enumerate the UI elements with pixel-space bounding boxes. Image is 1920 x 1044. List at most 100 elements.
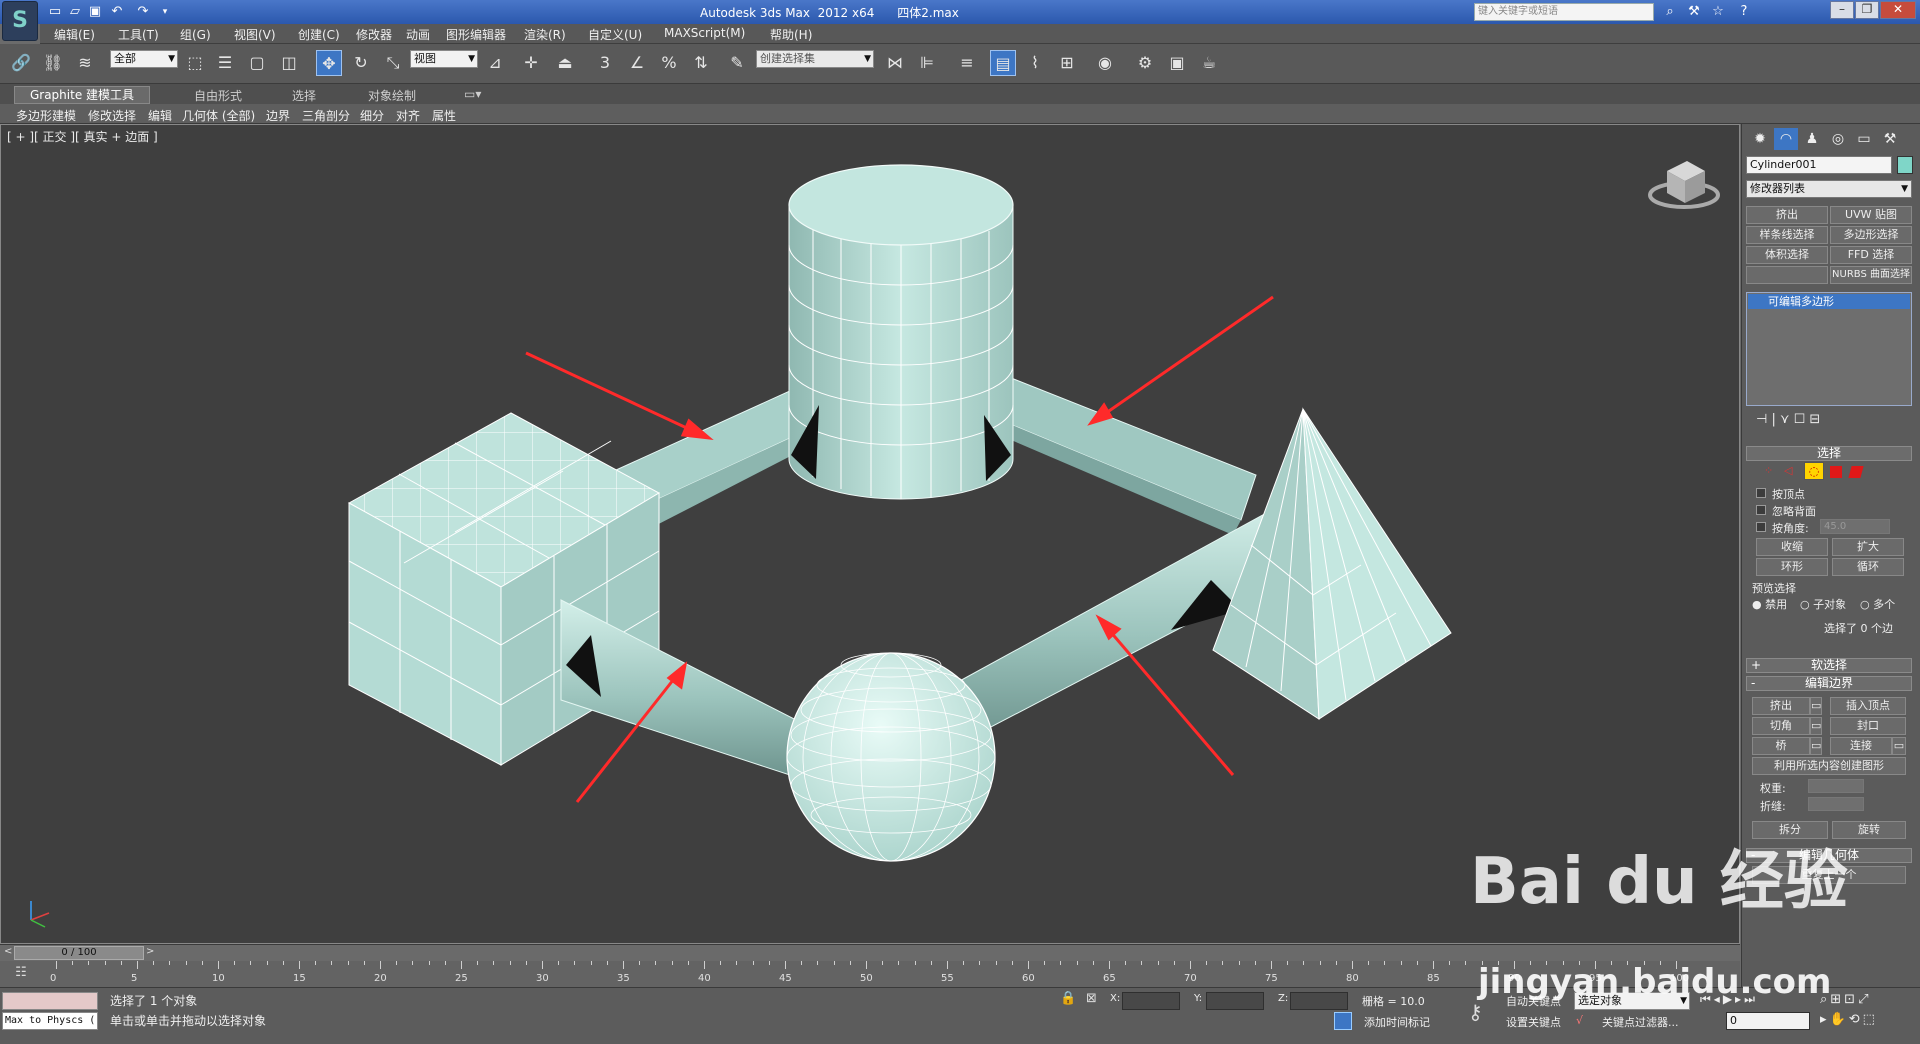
bridge-settings-icon[interactable]: ▭ [1810,737,1822,755]
menu-help[interactable]: 帮助(H) [770,26,812,43]
bridge-cube-sphere[interactable] [560,599,807,778]
connect-settings-icon[interactable]: ▭ [1892,737,1906,755]
unlink-icon[interactable]: ⛓ [40,50,66,76]
border-mode-icon[interactable]: ◌ [1804,462,1824,480]
undo-icon[interactable]: ↶ [108,3,126,21]
next-frame-icon[interactable]: > [146,946,154,957]
chamfer-settings-icon[interactable]: ▭ [1810,717,1822,735]
star-icon[interactable]: ☆ [1708,3,1728,21]
snaps-toggle-icon[interactable]: 3 [592,50,618,76]
rect-selection-icon[interactable]: ▢ [244,50,270,76]
absolute-mode-icon[interactable]: ⊠ [1086,991,1097,1006]
utilities-tab-icon[interactable]: ⚒ [1878,128,1902,150]
ring-button[interactable]: 环形 [1756,558,1828,576]
tab-graphite-modeling[interactable]: Graphite 建模工具 [14,86,150,104]
current-frame-field[interactable]: 0 [1726,1012,1810,1030]
pyramid-object[interactable] [1212,407,1452,720]
schematic-view-icon[interactable]: ⊞ [1054,50,1080,76]
viewcube[interactable] [1648,161,1720,209]
edit-named-selection-icon[interactable]: ✎ [724,50,750,76]
by-vertex-checkbox[interactable] [1756,488,1766,498]
binoculars-icon[interactable]: ⌕ [1660,3,1680,21]
panel-subdivision[interactable]: 细分 [360,107,384,124]
panel-polygon-modeling[interactable]: 多边形建模 [16,107,76,124]
close-button[interactable]: ✕ [1880,1,1916,19]
graphite-toggle-icon[interactable]: ▤ [990,50,1016,76]
time-tag-icon[interactable] [1334,1012,1352,1030]
crease-field[interactable] [1808,797,1864,811]
select-manipulate-icon[interactable]: ✛ [518,50,544,76]
create-shape-button[interactable]: 利用所选内容创建图形 [1752,757,1906,775]
cap-button[interactable]: 封口 [1830,717,1906,735]
panel-align[interactable]: 对齐 [396,107,420,124]
new-file-icon[interactable]: ▭ [46,3,64,21]
panel-edit[interactable]: 编辑 [148,107,172,124]
material-editor-icon[interactable]: ◉ [1092,50,1118,76]
menu-maxscript[interactable]: MAXScript(M) [664,26,745,40]
reference-coordinate-select[interactable]: 视图 ▼ [410,50,478,68]
shrink-button[interactable]: 收缩 [1756,538,1828,556]
object-color-swatch[interactable] [1897,156,1913,174]
insert-vertex-button[interactable]: 插入顶点 [1830,697,1906,715]
bind-space-warp-icon[interactable]: ≋ [72,50,98,76]
menu-graph-editors[interactable]: 图形编辑器 [446,26,506,43]
spinner-snap-icon[interactable]: ⇅ [688,50,714,76]
object-name-field[interactable]: Cylinder001 [1746,156,1892,174]
sphere-object[interactable] [786,652,996,862]
render-setup-icon[interactable]: ⚙ [1132,50,1158,76]
nurbs-surface-select-button[interactable]: NURBS 曲面选择 [1830,266,1912,284]
menu-tools[interactable]: 工具(T) [118,26,159,43]
weight-field[interactable] [1808,779,1864,793]
x-coordinate-field[interactable] [1122,992,1180,1010]
key-curve-icon[interactable]: √ [1576,1014,1583,1027]
quick-access-dropdown-icon[interactable]: ▾ [156,3,174,21]
window-crossing-icon[interactable]: ◫ [276,50,302,76]
display-tab-icon[interactable]: ▭ [1852,128,1876,150]
save-file-icon[interactable]: ▣ [86,3,104,21]
selection-rollout-header[interactable]: 选择 [1746,446,1912,461]
menu-edit[interactable]: 编辑(E) [54,26,95,43]
redo-icon[interactable]: ↷ [134,3,152,21]
panel-borders[interactable]: 边界 [266,107,290,124]
render-teapot-icon[interactable]: ☕ [1196,50,1222,76]
panel-geometry-all[interactable]: 几何体 (全部) [182,107,255,124]
search-input[interactable]: 键入关键字或短语 [1474,3,1654,21]
layer-manager-icon[interactable]: ≡ [954,50,980,76]
maxscript-mini-listener-pink[interactable] [2,992,98,1010]
perspective-viewport[interactable]: [ + ][ 正交 ][ 真实 + 边面 ] [0,124,1740,944]
viewport-pan-orbit-controls[interactable]: ▸✋⟲⬚ [1820,1012,1878,1027]
set-key-button[interactable]: 设置关键点 [1506,1014,1561,1030]
select-scale-icon[interactable]: ⤡ [380,50,406,76]
loop-button[interactable]: 循环 [1832,558,1904,576]
tab-freeform[interactable]: 自由形式 [194,87,242,104]
poly-select-button[interactable]: 多边形选择 [1830,226,1912,244]
time-slider[interactable]: < 0 / 100 > [0,944,1740,961]
tools-icon[interactable]: ⚒ [1684,3,1704,21]
stack-tools-icons[interactable]: ⊣ | ⋎ ☐ ⊟ [1756,412,1820,427]
cylinder-object[interactable] [788,164,1014,500]
open-file-icon[interactable]: ▱ [66,3,84,21]
angle-snap-icon[interactable]: ∠ [624,50,650,76]
grow-button[interactable]: 扩大 [1832,538,1904,556]
percent-snap-icon[interactable]: % [656,50,682,76]
by-angle-checkbox[interactable] [1756,522,1766,532]
modifier-list-select[interactable]: 修改器列表 ▼ [1746,180,1912,198]
create-tab-icon[interactable]: ✹ [1748,128,1772,150]
connect-button[interactable]: 连接 [1830,737,1892,755]
select-move-icon[interactable]: ✥ [316,50,342,76]
scene-canvas[interactable] [1,125,1741,945]
selection-filter-select[interactable]: 全部 ▼ [110,50,178,68]
pivot-center-icon[interactable]: ⊿ [482,50,508,76]
modifier-stack[interactable]: 可编辑多边形 [1746,292,1912,406]
select-object-icon[interactable]: ⬚ [182,50,208,76]
app-logo-icon[interactable]: S [2,1,38,41]
prev-frame-icon[interactable]: < [4,946,12,957]
curve-editor-icon[interactable]: ⌇ [1022,50,1048,76]
tab-object-paint[interactable]: 对象绘制 [368,87,416,104]
vertex-mode-icon[interactable]: ⁘ [1764,464,1773,477]
modify-tab-icon[interactable]: ◠ [1774,128,1798,150]
element-mode-icon[interactable] [1848,466,1864,478]
bridge-cylinder-pyramid[interactable] [975,369,1257,535]
align-icon[interactable]: ⊫ [914,50,940,76]
extrude-modifier-button[interactable]: 挤出 [1746,206,1828,224]
